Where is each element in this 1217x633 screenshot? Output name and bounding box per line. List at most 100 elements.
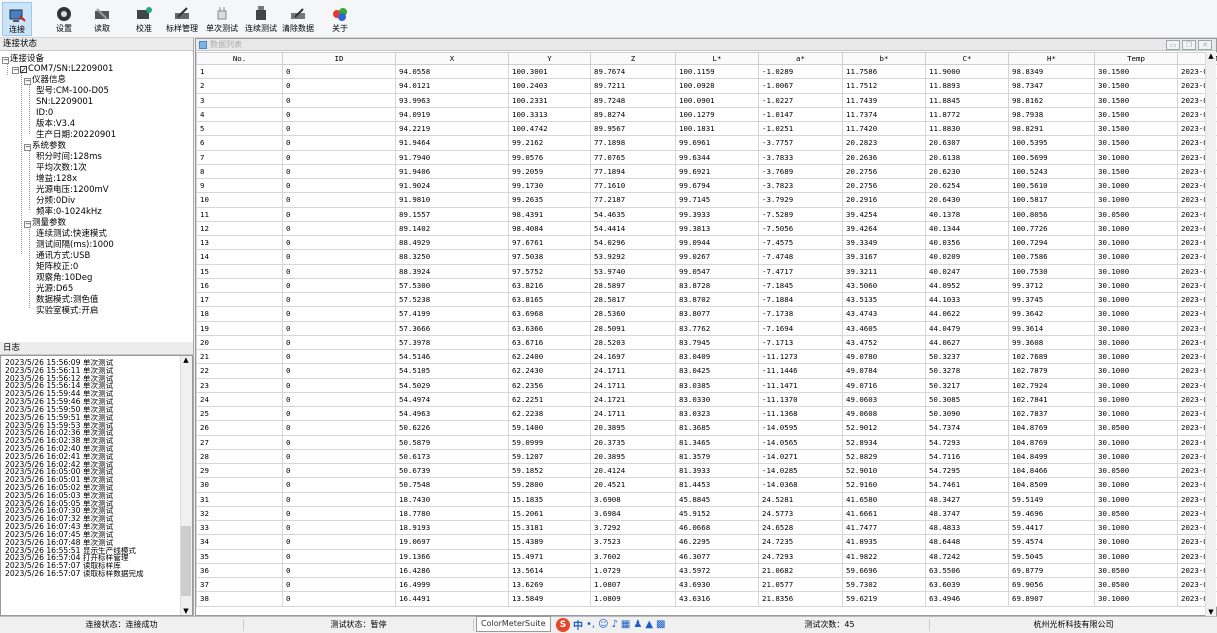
table-row[interactable]: 28 0 50.6173 59.1207 20.3895 81.3579 -14.0271 5… [196, 448, 1217, 465]
user-icon[interactable]: ♟ [633, 619, 642, 630]
ime-mode[interactable]: 中 [573, 617, 583, 632]
table-row[interactable]: 13 0 88.4929 97.6761 54.0296 99.0944 -7.4575 39… [196, 234, 1217, 251]
table-cell: 24.1697 [590, 348, 676, 365]
table-row[interactable]: 10 0 91.9810 99.2635 77.2187 99.7145 -3.7929 20… [196, 192, 1217, 208]
table-row[interactable]: 17 0 57.5238 63.8165 28.5817 83.8702 -7.1884 43… [196, 291, 1217, 308]
table-row[interactable]: 7 0 91.7940 99.0576 77.0765 99.6344 -3.7833 20.… [196, 149, 1217, 165]
table-row[interactable]: 15 0 88.3924 97.5752 53.9740 99.0547 -7.4717 39… [196, 263, 1217, 279]
table-scrollbar[interactable]: ▲ ▼ [1205, 52, 1216, 616]
collapse-icon[interactable]: − [12, 67, 19, 74]
table-row[interactable]: 12 0 89.1402 98.4084 54.4414 99.3813 -7.5056 39… [196, 220, 1217, 237]
tree-info-group[interactable]: −仪器信息 [24, 75, 66, 85]
tree-device[interactable]: − ✓COM7/SN:L2209001 [12, 64, 113, 74]
minimize-icon[interactable]: ▭ [1166, 40, 1180, 50]
table-row[interactable]: 11 0 89.1557 98.4391 54.4635 99.3933 -7.5289 39… [196, 206, 1217, 222]
table-row[interactable]: 38 0 16.4491 13.5849 1.0809 43.6316 21.8356 59.… [196, 591, 1217, 607]
table-row[interactable]: 31 0 18.7430 15.1835 3.6908 45.8845 24.5281 41.… [196, 491, 1217, 507]
log-scroll-thumb[interactable] [181, 526, 191, 596]
table-row[interactable]: 37 0 16.4999 13.6269 1.0807 43.6930 21.0577 59.… [196, 576, 1217, 593]
table-cell: 50.6739 [395, 462, 509, 479]
column-header[interactable]: L* [675, 52, 759, 65]
connect-button[interactable]: 连接 [2, 2, 32, 36]
tree-root[interactable]: −连接设备 [2, 54, 44, 64]
calibrate-button[interactable]: 校准 [130, 2, 158, 36]
table-row[interactable]: 27 0 50.5879 59.0999 20.3735 81.3465 -14.0565 5… [196, 434, 1217, 450]
table-row[interactable]: 18 0 57.4199 63.6968 28.5360 83.8077 -7.1738 43… [196, 306, 1217, 322]
table-cell: -7.1713 [758, 334, 843, 351]
table-row[interactable]: 36 0 16.4286 13.5614 1.0729 43.5972 21.0682 59.… [196, 562, 1217, 579]
table-row[interactable]: 29 0 50.6739 59.1852 20.4124 81.3933 -14.0285 5… [196, 462, 1217, 479]
table-row[interactable]: 26 0 50.6226 59.1400 20.3895 81.3685 -14.0595 5… [196, 420, 1217, 436]
tree-meas-item: 数据模式:测色值 [36, 295, 99, 305]
table-row[interactable]: 21 0 54.5146 62.2400 24.1697 83.0409 -11.1273 4… [196, 348, 1217, 365]
data-table[interactable]: No.IDXYZL*a*b*C*H*TempTime 1094.0558100.… [196, 52, 1217, 607]
table-cell: 59.4696 [1008, 505, 1095, 522]
table-row[interactable]: 32 0 18.7780 15.2061 3.6984 45.9152 24.5773 41.… [196, 505, 1217, 522]
column-header[interactable]: X [395, 52, 509, 65]
tree-meas-group[interactable]: −测量参数 [24, 218, 66, 228]
sogou-icon[interactable]: S [556, 617, 570, 632]
table-row[interactable]: 2 0 94.0121 100.2403 89.7211 100.0928 -1.0067 1… [196, 78, 1217, 94]
table-row[interactable]: 8 0 91.9406 99.2059 77.1894 99.6921 -3.7689 20.… [196, 163, 1217, 180]
punct-icon[interactable]: •, [586, 619, 595, 630]
table-row[interactable]: 5 0 94.2219 100.4742 89.9567 100.1831 -1.0251 1… [196, 120, 1217, 137]
table-row[interactable]: 22 0 54.5105 62.2430 24.1711 83.0425 -11.1446 4… [196, 363, 1217, 379]
scroll-up-icon[interactable]: ▲ [181, 356, 191, 364]
single-test-button[interactable]: 单次测试 [206, 2, 238, 36]
continuous-test-button[interactable]: 连续测试 [244, 2, 278, 36]
restore-icon[interactable]: ❐ [1182, 40, 1196, 50]
table-row[interactable]: 20 0 57.3978 63.6716 28.5203 83.7945 -7.1713 43… [196, 334, 1217, 351]
collapse-icon[interactable]: − [24, 144, 31, 151]
table-row[interactable]: 1 0 94.0558 100.3001 89.7674 100.1159 -1.0289 1… [196, 63, 1217, 80]
standard-manage-button[interactable]: 标样管理 [166, 2, 198, 36]
collapse-icon[interactable]: − [2, 57, 9, 64]
settings-button[interactable]: 设置 [50, 2, 78, 36]
table-row[interactable]: 25 0 54.4963 62.2238 24.1711 83.0323 -11.1368 4… [196, 405, 1217, 422]
column-header[interactable]: a* [758, 52, 843, 65]
scroll-up-icon[interactable]: ▲ [1206, 52, 1216, 60]
table-row[interactable]: 19 0 57.3666 63.6366 28.5091 83.7762 -7.1694 43… [196, 320, 1217, 336]
column-header[interactable]: ID [282, 52, 396, 65]
collapse-icon[interactable]: − [24, 221, 31, 228]
table-row[interactable]: 16 0 57.5300 63.8216 28.5897 83.8728 -7.1845 43… [196, 277, 1217, 294]
close-icon[interactable]: ✕ [1198, 40, 1212, 50]
table-cell: 16 [196, 277, 283, 294]
clear-data-button[interactable]: 清除数据 [282, 2, 314, 36]
column-header[interactable]: H* [1008, 52, 1095, 65]
column-header[interactable]: C* [925, 52, 1009, 65]
table-row[interactable]: 34 0 19.0697 15.4389 3.7523 46.2295 24.7235 41.… [196, 534, 1217, 550]
read-button[interactable]: 读取 [88, 2, 116, 36]
table-row[interactable]: 23 0 54.5029 62.2356 24.1711 83.0385 -11.1471 4… [196, 377, 1217, 393]
table-row[interactable]: 33 0 18.9193 15.3181 3.7292 46.0668 24.6528 41.… [196, 519, 1217, 536]
emoji-icon[interactable]: ☺ [598, 619, 608, 630]
scroll-down-icon[interactable]: ▼ [1206, 608, 1216, 616]
toolbox-icon[interactable]: ▩ [656, 619, 665, 630]
column-header[interactable]: Temp [1094, 52, 1178, 65]
tree-sys-group[interactable]: −系统参数 [24, 141, 66, 151]
log-list[interactable]: 2023/5/26 15:56:09 单次测试 2023/5/26 15:56:1… [0, 355, 193, 616]
table-row[interactable]: 35 0 19.1366 15.4971 3.7602 46.3077 24.7293 41.… [196, 548, 1217, 564]
log-scrollbar[interactable]: ▲ ▼ [180, 356, 192, 615]
mic-icon[interactable]: ♪ [612, 619, 618, 630]
table-row[interactable]: 14 0 88.3250 97.5038 53.9292 99.0267 -7.4748 39… [196, 249, 1217, 265]
table-row[interactable]: 4 0 94.0919 100.3313 89.8274 100.1279 -1.0147 1… [196, 106, 1217, 123]
keyboard-icon[interactable]: ▦ [621, 619, 630, 630]
column-header[interactable]: Z [590, 52, 676, 65]
skin-icon[interactable]: ▲ [645, 619, 653, 630]
table-row[interactable]: 9 0 91.9024 99.1730 77.1610 99.6794 -3.7823 20.… [196, 177, 1217, 194]
table-row[interactable]: 3 0 93.9963 100.2331 89.7248 100.0901 -1.0227 1… [196, 92, 1217, 108]
collapse-icon[interactable]: − [24, 78, 31, 85]
column-header[interactable]: Y [508, 52, 591, 65]
table-row[interactable]: 6 0 91.9464 99.2162 77.1898 99.6961 -3.7757 20.… [196, 135, 1217, 151]
ime-toolbar[interactable]: S 中 •, ☺ ♪ ▦ ♟ ▲ ▩ [556, 616, 665, 633]
scroll-down-icon[interactable]: ▼ [181, 607, 191, 615]
table-cell: 0 [282, 420, 396, 436]
table-cell: 30.1000 [1094, 377, 1178, 393]
table-cell: 99.0547 [675, 263, 759, 279]
device-checkbox[interactable]: ✓ [20, 66, 27, 74]
column-header[interactable]: No. [196, 52, 283, 65]
table-row[interactable]: 24 0 54.4974 62.2251 24.1721 83.0330 -11.1370 4… [196, 391, 1217, 408]
column-header[interactable]: b* [842, 52, 926, 65]
about-button[interactable]: 关于 [328, 2, 352, 36]
table-row[interactable]: 30 0 50.7548 59.2800 20.4521 81.4453 -14.0368 5… [196, 477, 1217, 493]
